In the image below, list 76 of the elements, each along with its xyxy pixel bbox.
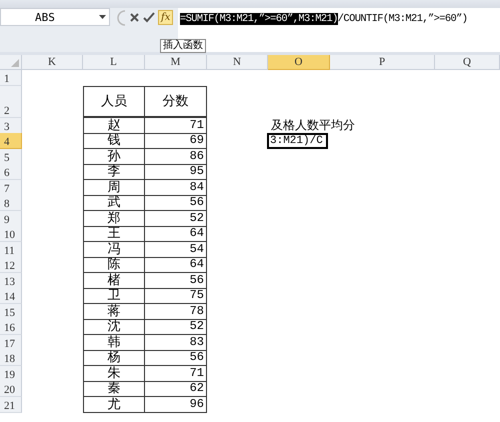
table-cell: 75	[190, 288, 204, 303]
table-cell: 52	[190, 210, 204, 226]
cancel-icon[interactable]	[129, 12, 140, 23]
column-header[interactable]: O	[268, 55, 330, 70]
table-cell: 卫	[108, 288, 120, 303]
row-header[interactable]: 2	[0, 86, 22, 118]
row-header[interactable]: 1	[0, 70, 22, 86]
table-cell: 王	[108, 226, 120, 241]
table-cell: 沈	[108, 319, 120, 334]
row-header[interactable]: 18	[0, 350, 22, 366]
row-header[interactable]: 16	[0, 319, 22, 335]
table-cell: 52	[190, 319, 204, 334]
table-cell: 71	[190, 118, 204, 132]
table-cell: 杨	[108, 350, 120, 365]
table-cell: 96	[190, 396, 204, 412]
name-box[interactable]: ABS	[0, 8, 110, 26]
row-header[interactable]: 11	[0, 242, 22, 258]
active-cell[interactable]: 3:M21)/C	[267, 133, 328, 149]
row-header[interactable]: 4	[0, 133, 22, 149]
row-header[interactable]: 19	[0, 366, 22, 382]
row-header[interactable]: 17	[0, 334, 22, 350]
table-cell: 86	[190, 148, 204, 164]
row-header[interactable]: 13	[0, 272, 22, 288]
table-cell: 郑	[108, 210, 120, 226]
table-cell: 84	[190, 180, 204, 194]
row-header[interactable]: 5	[0, 148, 22, 164]
row-header[interactable]: 15	[0, 304, 22, 320]
table-cell: 56	[190, 195, 204, 210]
table-cell: 尤	[108, 396, 120, 412]
table-cell: 64	[190, 226, 204, 241]
table-cell: 孙	[108, 148, 120, 164]
row-header[interactable]: 3	[0, 118, 22, 134]
row-header[interactable]: 10	[0, 226, 22, 242]
table-cell: 分数	[162, 94, 188, 108]
table-cell: 钱	[108, 133, 120, 148]
row-header[interactable]: 6	[0, 164, 22, 180]
row-header[interactable]: 12	[0, 257, 22, 273]
table-cell: 78	[190, 304, 204, 318]
table-cell: 83	[190, 334, 204, 350]
row-header[interactable]: 20	[0, 381, 22, 397]
table-cell: 秦	[108, 381, 120, 396]
row-header[interactable]: 7	[0, 180, 22, 196]
tooltip: 插入函数	[160, 39, 206, 53]
caret-icon[interactable]	[99, 15, 106, 19]
table-cell: 楮	[108, 272, 120, 288]
row-header[interactable]: 21	[0, 396, 22, 412]
table-cell: 朱	[108, 366, 120, 380]
enter-icon[interactable]	[143, 12, 155, 23]
column-header[interactable]: N	[207, 55, 268, 70]
table-cell: 64	[190, 257, 204, 272]
table-cell: 56	[190, 272, 204, 288]
table-cell: 69	[190, 133, 204, 148]
table-cell: 71	[190, 366, 204, 380]
column-header[interactable]: M	[145, 55, 207, 70]
table-cell: 武	[108, 195, 120, 210]
column-header[interactable]: K	[22, 55, 83, 70]
table-cell: 56	[190, 350, 204, 365]
table-cell: 赵	[108, 118, 120, 132]
table-cell: 人员	[101, 94, 127, 108]
insert-function-button[interactable]: fx	[158, 10, 174, 25]
table-cell: 韩	[108, 334, 120, 350]
row-header[interactable]: 14	[0, 288, 22, 304]
table-cell: 周	[108, 180, 120, 194]
table-cell: 陈	[108, 257, 120, 272]
row-header[interactable]: 8	[0, 195, 22, 211]
table-cell: 62	[190, 381, 204, 396]
table-cell: 54	[190, 242, 204, 256]
cell-text: 及格人数平均分	[270, 118, 355, 133]
column-header[interactable]: P	[330, 55, 435, 70]
table-cell: 95	[190, 164, 204, 179]
table-cell: 蒋	[108, 304, 120, 318]
table-cell: 李	[108, 164, 120, 179]
column-header[interactable]: Q	[435, 55, 500, 70]
row-header[interactable]: 9	[0, 210, 22, 226]
table-cell: 冯	[108, 242, 120, 256]
column-header[interactable]: L	[83, 55, 145, 70]
